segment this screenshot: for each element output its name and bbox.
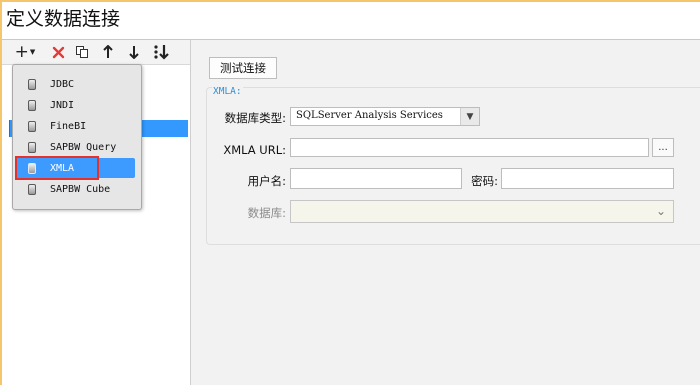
test-connection-button[interactable]: 测试连接 [209, 57, 277, 79]
database-select[interactable] [290, 200, 674, 223]
delete-x-icon [52, 46, 64, 58]
url-label: XMLA URL: [223, 143, 286, 157]
sort-icon [154, 45, 169, 60]
arrow-down-icon [129, 46, 139, 59]
window-frame-top [0, 0, 700, 2]
plus-icon: + [14, 42, 29, 62]
menu-item-label: SAPBW Query [50, 141, 117, 153]
xmla-group-title: XMLA: [212, 86, 243, 97]
chevron-down-icon[interactable]: ⌄ [649, 200, 673, 222]
menu-item-sapbw-query[interactable]: SAPBW Query [15, 137, 135, 157]
copy-connection-button[interactable] [72, 42, 92, 62]
move-down-button[interactable] [124, 42, 144, 62]
db-type-label: 数据库类型: [224, 111, 286, 125]
chevron-down-icon[interactable]: ▼ [460, 108, 479, 125]
connection-toolbar: + ▼ [2, 40, 190, 65]
username-label: 用户名: [247, 174, 286, 188]
menu-item-jdbc[interactable]: JDBC [15, 74, 135, 94]
password-input[interactable] [501, 168, 674, 189]
database-icon [28, 141, 36, 153]
xmla-url-input[interactable] [290, 138, 649, 157]
database-label: 数据库: [247, 206, 286, 220]
database-icon [28, 120, 36, 132]
add-connection-menu: JDBC JNDI FineBI SAPBW Query XMLA SAPBW … [12, 64, 142, 210]
arrow-up-icon [103, 45, 113, 58]
menu-item-label: JDBC [50, 78, 75, 90]
menu-item-jndi[interactable]: JNDI [15, 95, 135, 115]
db-type-select[interactable]: SQLServer Analysis Services ▼ [290, 107, 480, 126]
move-up-button[interactable] [98, 42, 118, 62]
database-icon [28, 99, 36, 111]
db-type-value: SQLServer Analysis Services [296, 110, 443, 121]
highlight-box [15, 156, 99, 180]
menu-item-label: FineBI [50, 120, 87, 132]
menu-item-finebi[interactable]: FineBI [15, 116, 135, 136]
delete-connection-button[interactable] [48, 42, 68, 62]
password-label: 密码: [471, 174, 498, 188]
username-input[interactable] [290, 168, 462, 189]
browse-button[interactable]: ... [652, 138, 674, 157]
chevron-down-icon: ▼ [29, 48, 36, 56]
copy-icon [76, 46, 88, 58]
database-icon [28, 183, 36, 195]
menu-item-sapbw-cube[interactable]: SAPBW Cube [15, 179, 135, 199]
menu-item-label: JNDI [50, 99, 75, 111]
sort-button[interactable] [150, 42, 174, 62]
window-title: 定义数据连接 [6, 8, 121, 30]
add-connection-button[interactable]: + ▼ [12, 42, 38, 62]
database-icon [28, 78, 36, 90]
menu-item-label: SAPBW Cube [50, 183, 111, 195]
